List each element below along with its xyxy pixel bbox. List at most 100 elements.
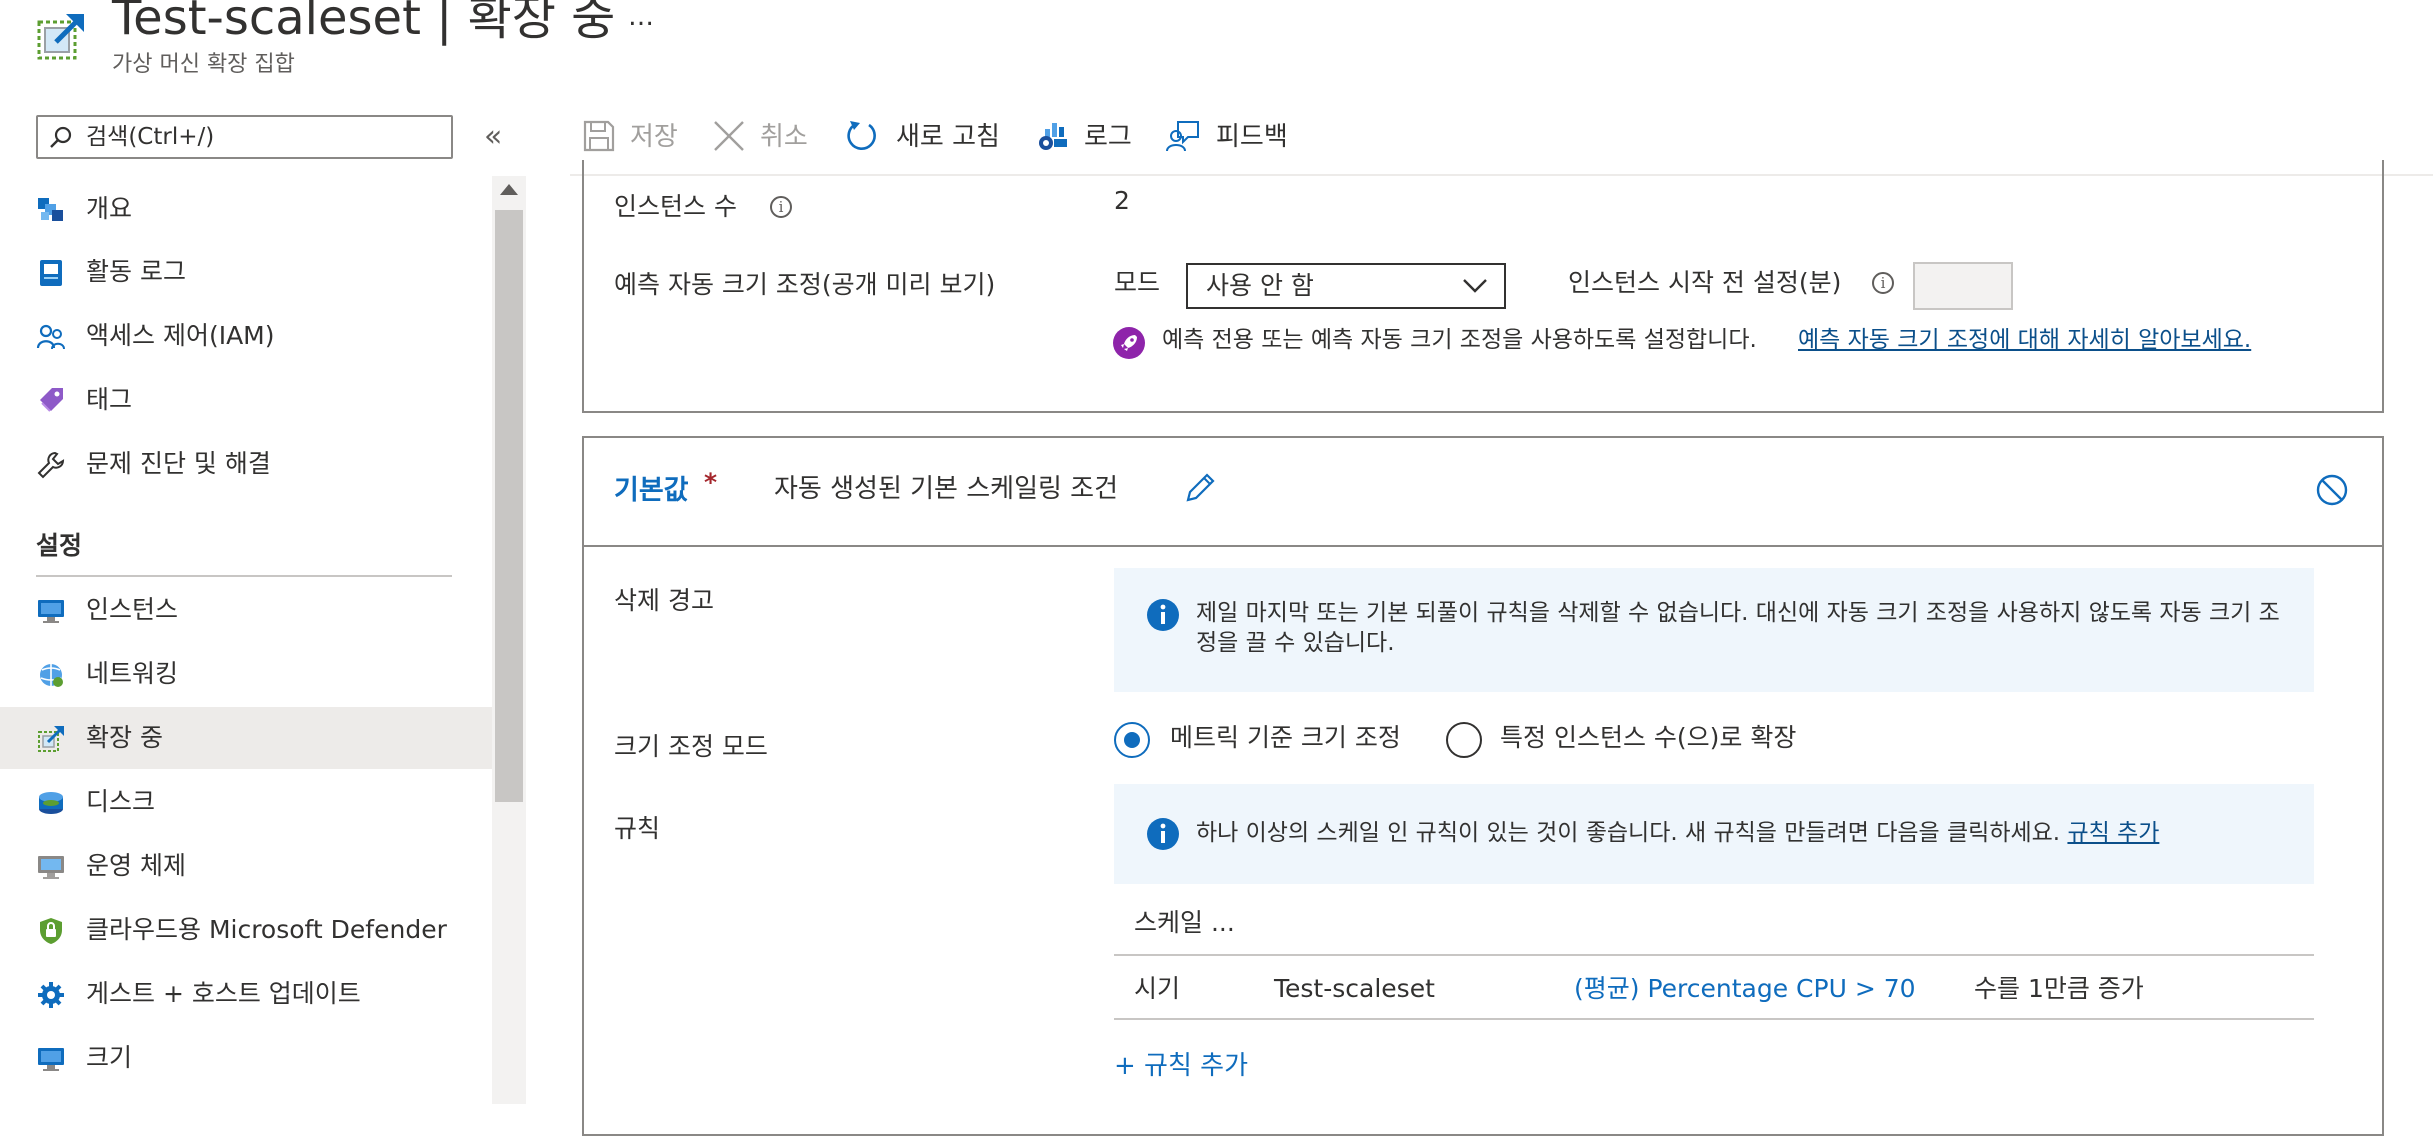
sidebar-item-iam[interactable]: 액세스 제어(IAM) xyxy=(0,305,492,367)
predictive-autoscale-label: 예측 자동 크기 조정(공개 미리 보기) xyxy=(614,270,996,299)
rule-resource: Test-scaleset xyxy=(1274,974,1435,1003)
mode-dropdown[interactable]: 사용 안 함 xyxy=(1186,263,1506,309)
sidebar-item-networking[interactable]: 네트워킹 xyxy=(0,643,492,705)
prelaunch-minutes-input[interactable] xyxy=(1913,262,2013,310)
radio-metric-scale-label[interactable]: 메트릭 기준 크기 조정 xyxy=(1170,720,1401,756)
sidebar-item-disks[interactable]: 디스크 xyxy=(0,771,492,833)
rules-label: 규칙 xyxy=(614,814,661,843)
table-header-divider xyxy=(1114,954,2314,956)
sidebar-item-label: 클라우드용 Microsoft Defender xyxy=(86,915,447,944)
os-icon xyxy=(36,852,66,882)
page-subtitle: 가상 머신 확장 집합 xyxy=(112,52,295,77)
size-icon xyxy=(36,1044,66,1074)
sidebar-item-label: 문제 진단 및 해결 xyxy=(86,449,271,478)
instance-count-label: 인스턴스 수 xyxy=(614,192,737,221)
sidebar-item-os[interactable]: 운영 체제 xyxy=(0,835,492,897)
iam-icon xyxy=(36,322,66,352)
sidebar-item-instances[interactable]: 인스턴스 xyxy=(0,579,492,641)
rules-info-body: 하나 이상의 스케일 인 규칙이 있는 것이 좋습니다. 새 규칙을 만들려면 … xyxy=(1196,820,2061,846)
sidebar-item-label: 태그 xyxy=(86,385,133,414)
section-divider xyxy=(36,575,452,577)
logs-button[interactable]: 로그 xyxy=(1036,115,1140,159)
rules-info-message: 하나 이상의 스케일 인 규칙이 있는 것이 좋습니다. 새 규칙을 만들려면 … xyxy=(1114,784,2314,884)
rules-info-text: 하나 이상의 스케일 인 규칙이 있는 것이 좋습니다. 새 규칙을 만들려면 … xyxy=(1196,818,2306,848)
learn-more-link[interactable]: 예측 자동 크기 조정에 대해 자세히 알아보세요. xyxy=(1798,326,2288,355)
delete-warning-label: 삭제 경고 xyxy=(614,586,714,615)
sidebar-item-label: 인스턴스 xyxy=(86,595,179,624)
sidebar-item-tags[interactable]: 태그 xyxy=(0,369,492,431)
disable-condition-icon[interactable] xyxy=(2314,472,2350,508)
sidebar-item-label: 운영 체제 xyxy=(86,851,186,880)
info-icon xyxy=(1146,817,1180,851)
radio-metric-scale[interactable] xyxy=(1114,722,1150,758)
chevron-down-icon xyxy=(1462,277,1488,295)
discard-button[interactable]: 취소 xyxy=(712,115,820,159)
sidebar-item-label: 게스트 + 호스트 업데이트 xyxy=(86,979,361,1008)
mode-label: 모드 xyxy=(1114,268,1161,297)
more-options-button[interactable]: … xyxy=(628,2,656,32)
close-icon xyxy=(712,119,746,153)
pencil-icon[interactable] xyxy=(1182,470,1218,506)
refresh-label: 새로 고침 xyxy=(896,122,1000,152)
discard-label: 취소 xyxy=(760,122,808,152)
feedback-icon xyxy=(1166,119,1200,153)
prelaunch-label: 인스턴스 시작 전 설정(분) xyxy=(1568,268,1842,297)
scale-set-icon xyxy=(36,10,88,62)
page-title: Test-scaleset | 확장 중 xyxy=(112,0,616,46)
disk-icon xyxy=(36,788,66,818)
sidebar-item-label: 디스크 xyxy=(86,787,156,816)
save-label: 저장 xyxy=(630,122,678,152)
defender-icon xyxy=(36,916,66,946)
tag-icon xyxy=(36,386,66,416)
refresh-button[interactable]: 새로 고침 xyxy=(844,115,1004,159)
sidebar-item-size[interactable]: 크기 xyxy=(0,1027,492,1089)
info-icon[interactable]: i xyxy=(770,196,792,218)
sidebar-search[interactable] xyxy=(36,115,453,159)
save-button[interactable]: 저장 xyxy=(582,115,690,159)
collapse-sidebar-button[interactable]: « xyxy=(484,120,502,154)
info-icon[interactable]: i xyxy=(1872,272,1894,294)
condition-name: 자동 생성된 기본 스케일링 조건 xyxy=(774,474,1119,504)
table-row-divider xyxy=(1114,1018,2314,1020)
sidebar-item-label: 크기 xyxy=(86,1043,133,1072)
refresh-icon xyxy=(844,119,878,153)
sidebar-item-updates[interactable]: 게스트 + 호스트 업데이트 xyxy=(0,963,492,1025)
delete-warning-text: 제일 마지막 또는 기본 되풀이 규칙을 삭제할 수 없습니다. 대신에 자동 … xyxy=(1196,600,2280,656)
sidebar-item-label: 개요 xyxy=(86,194,133,223)
logs-label: 로그 xyxy=(1084,122,1132,152)
mode-dropdown-value: 사용 안 함 xyxy=(1206,271,1314,300)
sidebar-search-input[interactable] xyxy=(86,123,446,151)
sidebar-item-label: 확장 중 xyxy=(86,723,163,752)
rules-table-header: 스케일 ... xyxy=(1134,908,1235,937)
radio-instance-count-scale[interactable] xyxy=(1446,722,1482,758)
radio-instance-count-scale-label[interactable]: 특정 인스턴스 수(으)로 확장 xyxy=(1500,720,1796,756)
activity-log-icon xyxy=(36,258,66,288)
overview-icon xyxy=(36,195,66,225)
sidebar-scrollbar-thumb[interactable] xyxy=(495,210,523,802)
instances-icon xyxy=(36,596,66,626)
updates-icon xyxy=(36,980,66,1010)
sidebar-item-label: 네트워킹 xyxy=(86,659,179,688)
feedback-button[interactable]: 피드백 xyxy=(1166,115,1300,159)
add-rule-inline-link[interactable]: 규칙 추가 xyxy=(2067,820,2159,846)
wrench-icon xyxy=(36,450,66,480)
rule-metric-link[interactable]: (평균) Percentage CPU > 70 xyxy=(1574,972,1916,1006)
sidebar-item-diagnose[interactable]: 문제 진단 및 해결 xyxy=(0,433,492,495)
sidebar-item-scaling[interactable]: 확장 중 xyxy=(0,707,492,769)
scroll-up-arrow-icon[interactable] xyxy=(500,184,518,195)
instance-count-value: 2 xyxy=(1114,186,1130,215)
sidebar-item-label: 액세스 제어(IAM) xyxy=(86,321,275,350)
add-rule-button[interactable]: + 규칙 추가 xyxy=(1114,1048,1248,1084)
rule-action: 수를 1만큼 증가 xyxy=(1974,974,2144,1003)
condition-header-divider xyxy=(582,545,2384,547)
sidebar-item-activity-log[interactable]: 활동 로그 xyxy=(0,241,492,303)
section-heading-settings: 설정 xyxy=(36,531,83,560)
rocket-icon xyxy=(1112,326,1146,360)
scaling-icon xyxy=(36,724,66,754)
default-condition-label: 기본값 xyxy=(614,475,689,506)
sidebar-item-defender[interactable]: 클라우드용 Microsoft Defender xyxy=(0,899,492,961)
networking-icon xyxy=(36,660,66,690)
feedback-label: 피드백 xyxy=(1216,122,1288,152)
sidebar-item-overview[interactable]: 개요 xyxy=(0,178,492,240)
scale-mode-label: 크기 조정 모드 xyxy=(614,732,768,761)
